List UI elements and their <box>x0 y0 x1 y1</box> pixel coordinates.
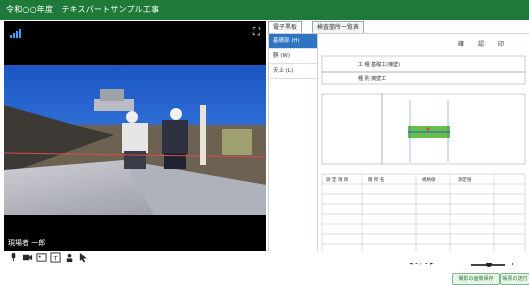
app-title: 令和○○年度 テキスパートサンプル工事 <box>6 5 160 14</box>
save-image-label: 撮影の画像保存 <box>458 276 494 282</box>
tab-bar: 電子黒板 検査箇所一覧表 <box>268 21 528 33</box>
mic-icon[interactable] <box>8 252 19 263</box>
side-panel: 電子黒板 検査箇所一覧表 基礎部 (H) 胴 (W) 天上 (L) 確 認 印 … <box>268 21 529 285</box>
save-image-button[interactable]: 撮影の画像保存 <box>452 273 500 285</box>
participant-name: 現場者 一郎 <box>8 239 46 247</box>
title-bar: 令和○○年度 テキスパートサンプル工事 <box>0 0 529 20</box>
list-item[interactable]: 基礎部 (H) <box>269 34 317 49</box>
table-header-1: 測 定 項 目 <box>326 176 348 183</box>
doc-field-2: 種 別 擁壁工 <box>358 75 386 82</box>
tab-electronic-board[interactable]: 電子黒板 <box>268 21 303 33</box>
doc-header-1: 確 <box>458 40 464 48</box>
send-form-label: 帳票の送付 <box>502 276 528 282</box>
svg-text:T: T <box>53 254 58 262</box>
item-list: 基礎部 (H) 胴 (W) 天上 (L) <box>268 33 318 257</box>
send-form-button[interactable]: 帳票の送付 <box>500 273 529 285</box>
doc-header-2: 認 <box>478 40 484 48</box>
signal-icon <box>10 29 21 38</box>
fullscreen-icon[interactable]: ⛶ <box>253 27 260 38</box>
video-panel: ⛶ 現場者 一郎 <box>4 21 266 251</box>
camera-icon[interactable] <box>22 252 33 263</box>
table-header-4: 測定値 <box>458 176 472 183</box>
list-item[interactable]: 胴 (W) <box>269 49 317 64</box>
document-canvas: 確 認 印 工 種 基礎工(擁壁) 種 別 擁壁工 測 定 項 目 箇 所 名 … <box>318 34 529 256</box>
user-icon[interactable] <box>64 252 75 263</box>
toolbar: T <box>0 251 529 263</box>
table-header-3: 規格値 <box>422 176 436 183</box>
text-icon[interactable]: T <box>50 252 61 263</box>
list-item[interactable]: 天上 (L) <box>269 64 317 79</box>
pointer-icon[interactable] <box>78 252 89 263</box>
doc-field-1: 工 種 基礎工(擁壁) <box>358 61 400 68</box>
photo-icon[interactable] <box>36 252 47 263</box>
tab-inspection-list[interactable]: 検査箇所一覧表 <box>312 21 365 33</box>
camera-feed-image <box>4 65 266 215</box>
document-preview: 確 認 印 工 種 基礎工(擁壁) 種 別 擁壁工 測 定 項 目 箇 所 名 … <box>317 33 529 257</box>
doc-header-3: 印 <box>498 41 504 48</box>
table-header-2: 箇 所 名 <box>368 176 384 183</box>
